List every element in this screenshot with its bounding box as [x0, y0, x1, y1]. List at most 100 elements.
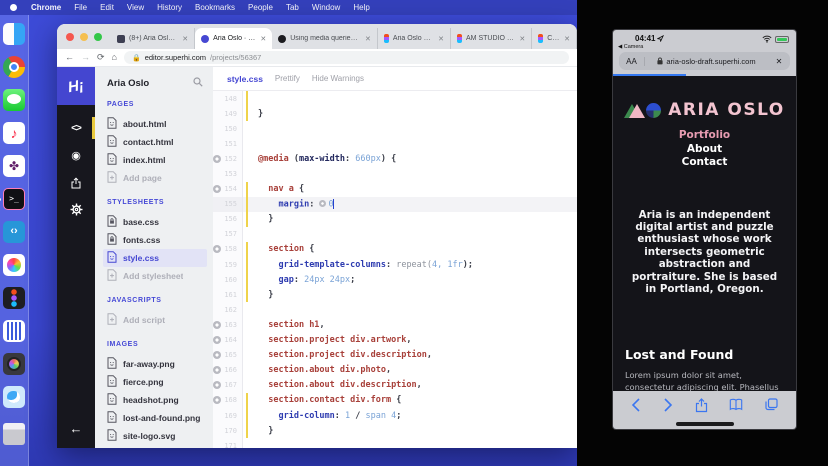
- menu-file[interactable]: File: [74, 3, 87, 12]
- menu-history[interactable]: History: [157, 3, 182, 12]
- tab-close-icon[interactable]: ✕: [182, 35, 188, 43]
- code-line[interactable]: 153: [213, 166, 577, 181]
- code-editor[interactable]: 148 149 } 150 151 152 @media (max-width:…: [213, 91, 577, 448]
- dock-icon-trash[interactable]: [3, 423, 25, 445]
- warning-icon[interactable]: [213, 381, 221, 389]
- file-item-style-css[interactable]: style.css: [103, 249, 207, 267]
- warning-icon[interactable]: [213, 396, 221, 404]
- settings-gear-icon[interactable]: [57, 196, 95, 223]
- code-line[interactable]: 157: [213, 227, 577, 242]
- file-item-add-stylesheet[interactable]: Add stylesheet: [103, 267, 207, 285]
- dock-icon-vscode[interactable]: [3, 221, 25, 243]
- code-line[interactable]: 150: [213, 121, 577, 136]
- browser-tab[interactable]: Aria Oslo – Figma ✕: [378, 28, 451, 49]
- menu-chrome[interactable]: Chrome: [31, 3, 61, 12]
- code-line[interactable]: 166 section.about div.photo,: [213, 363, 577, 378]
- file-item-about-html[interactable]: about.html: [103, 115, 207, 133]
- tab-close-icon[interactable]: ✕: [260, 35, 266, 43]
- warning-icon[interactable]: [213, 336, 221, 344]
- warning-icon[interactable]: [213, 366, 221, 374]
- minimize-window-button[interactable]: [80, 33, 88, 41]
- file-item-fierce-png[interactable]: fierce.png: [103, 373, 207, 391]
- share-icon[interactable]: [695, 398, 708, 413]
- back-to-app-label[interactable]: ◀ Camera: [618, 44, 643, 50]
- file-item-index-html[interactable]: index.html: [103, 151, 207, 169]
- open-file-tab[interactable]: style.css: [227, 74, 263, 84]
- browser-tab[interactable]: Using media queries - CSS: C ✕: [272, 28, 378, 49]
- browser-tab[interactable]: Aria Oslo · Superhi ✕: [195, 28, 272, 49]
- hide-warnings-button[interactable]: Hide Warnings: [312, 74, 364, 83]
- warning-icon[interactable]: [213, 245, 221, 253]
- warning-icon[interactable]: [213, 321, 221, 329]
- dock-icon-stripes[interactable]: [3, 320, 25, 342]
- code-line[interactable]: 149 }: [213, 106, 577, 121]
- file-item-base-css[interactable]: base.css: [103, 213, 207, 231]
- code-line[interactable]: 169 grid-column: 1 / span 4;: [213, 408, 577, 423]
- file-item-lost-and-found-png[interactable]: lost-and-found.png: [103, 409, 207, 427]
- superhi-logo[interactable]: H¡: [57, 67, 95, 105]
- file-item-add-script[interactable]: Add script: [103, 311, 207, 329]
- close-page-button[interactable]: ✕: [768, 57, 790, 66]
- code-line[interactable]: 161 }: [213, 287, 577, 302]
- browser-tab[interactable]: Comm ✕: [532, 28, 577, 49]
- menu-edit[interactable]: Edit: [100, 3, 114, 12]
- warning-icon[interactable]: [213, 185, 221, 193]
- forward-icon[interactable]: →: [81, 53, 90, 62]
- file-item-far-away-png[interactable]: far-away.png: [103, 355, 207, 373]
- zoom-window-button[interactable]: [94, 33, 102, 41]
- code-line[interactable]: 163 section h1,: [213, 317, 577, 332]
- code-line[interactable]: 151: [213, 136, 577, 151]
- value-widget-icon[interactable]: [319, 200, 326, 207]
- menu-bookmarks[interactable]: Bookmarks: [195, 3, 235, 12]
- file-item-contact-html[interactable]: contact.html: [103, 133, 207, 151]
- code-view-icon[interactable]: <>: [57, 115, 95, 142]
- menu-window[interactable]: Window: [312, 3, 340, 12]
- reload-icon[interactable]: ⟳: [97, 53, 105, 62]
- search-icon[interactable]: [193, 77, 203, 89]
- site-nav-link-contact[interactable]: Contact: [613, 156, 796, 170]
- home-icon[interactable]: ⌂: [112, 53, 117, 62]
- address-bar[interactable]: 🔒 editor.superhi.com/projects/56367: [124, 51, 569, 64]
- code-line[interactable]: 158 section {: [213, 242, 577, 257]
- tabs-icon[interactable]: [765, 398, 778, 411]
- reader-aa-button[interactable]: AA: [619, 57, 645, 66]
- browser-tab[interactable]: (8+) Aria Oslo Project ✕: [111, 28, 195, 49]
- menu-people[interactable]: People: [248, 3, 273, 12]
- tab-close-icon[interactable]: ✕: [365, 35, 371, 43]
- code-line[interactable]: 156 }: [213, 212, 577, 227]
- code-line[interactable]: 167 section.about div.description,: [213, 378, 577, 393]
- file-item-site-logo-svg[interactable]: site-logo.svg: [103, 427, 207, 445]
- tab-close-icon[interactable]: ✕: [519, 35, 525, 43]
- dock-icon-reel[interactable]: [3, 353, 25, 375]
- warning-icon[interactable]: [213, 155, 221, 163]
- code-line[interactable]: 152 @media (max-width: 660px) {: [213, 151, 577, 166]
- dock-icon-terminal[interactable]: [3, 188, 25, 210]
- dock-icon-music[interactable]: [3, 122, 25, 144]
- site-nav-link-portfolio[interactable]: Portfolio: [613, 129, 796, 143]
- code-line[interactable]: 171: [213, 438, 577, 448]
- code-line[interactable]: 168 section.contact div.form {: [213, 393, 577, 408]
- home-indicator[interactable]: [676, 422, 734, 426]
- code-line[interactable]: 170 }: [213, 423, 577, 438]
- code-line[interactable]: 164 section.project div.artwork,: [213, 333, 577, 348]
- prettify-button[interactable]: Prettify: [275, 74, 300, 83]
- dock-icon-figma[interactable]: [3, 287, 25, 309]
- back-icon[interactable]: ←: [65, 53, 74, 62]
- code-line[interactable]: 159 grid-template-columns: repeat(4, 1fr…: [213, 257, 577, 272]
- dock-icon-finder[interactable]: [3, 23, 25, 45]
- close-window-button[interactable]: [66, 33, 74, 41]
- apple-menu-icon[interactable]: [10, 4, 17, 11]
- file-item-fonts-css[interactable]: fonts.css: [103, 231, 207, 249]
- dock-icon-slack[interactable]: [3, 155, 25, 177]
- dock-icon-photos[interactable]: [3, 254, 25, 276]
- code-line[interactable]: 162: [213, 302, 577, 317]
- bookmarks-icon[interactable]: [729, 398, 743, 411]
- code-line[interactable]: 155 margin: 0: [213, 197, 577, 212]
- menu-help[interactable]: Help: [353, 3, 369, 12]
- warning-icon[interactable]: [213, 351, 221, 359]
- site-nav-link-about[interactable]: About: [613, 143, 796, 157]
- file-item-headshot-png[interactable]: headshot.png: [103, 391, 207, 409]
- tab-close-icon[interactable]: ✕: [438, 35, 444, 43]
- code-line[interactable]: 148: [213, 91, 577, 106]
- dock-icon-chrome[interactable]: [3, 56, 25, 78]
